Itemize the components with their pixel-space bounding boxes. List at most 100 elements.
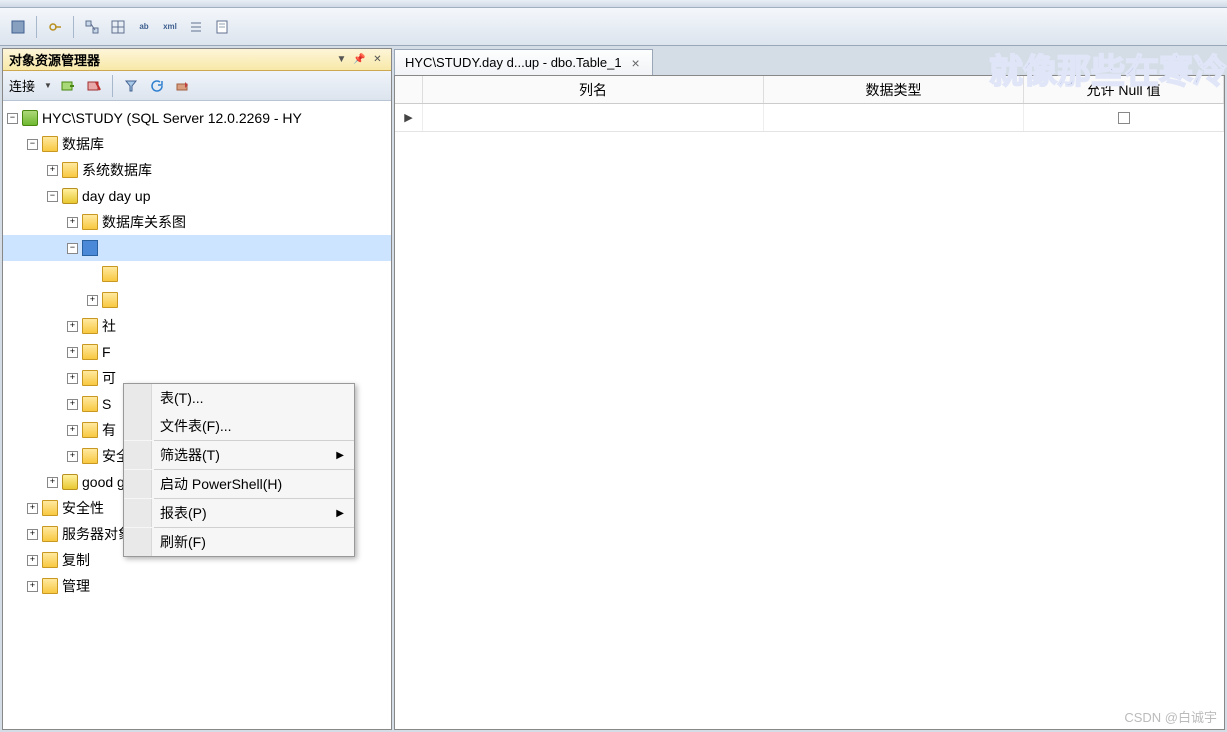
- toggle-collapse[interactable]: −: [47, 191, 58, 202]
- video-subtitle-overlay: 就像那些在寒冷: [989, 44, 1227, 93]
- col-header-name[interactable]: 列名: [423, 76, 764, 103]
- folder-icon: [42, 526, 58, 542]
- tree-label: 有: [102, 420, 116, 440]
- menu-powershell[interactable]: 启动 PowerShell(H): [124, 470, 354, 498]
- context-menu: 表(T)... 文件表(F)... 筛选器(T)▶ 启动 PowerShell(…: [123, 383, 355, 557]
- toggle-collapse[interactable]: −: [27, 139, 38, 150]
- tree-label: S: [102, 396, 111, 412]
- grid-icon[interactable]: [108, 17, 128, 37]
- tree-sysdb[interactable]: + 系统数据库: [3, 157, 391, 183]
- toggle-collapse[interactable]: −: [67, 243, 78, 254]
- filter-icon[interactable]: [121, 76, 141, 96]
- chevron-down-icon[interactable]: ▼: [44, 81, 52, 90]
- menu-refresh[interactable]: 刷新(F): [124, 528, 354, 556]
- cell-allownull[interactable]: [1024, 104, 1224, 131]
- toggle-expand[interactable]: +: [67, 373, 78, 384]
- connect-label[interactable]: 连接: [9, 76, 35, 95]
- pin-icon[interactable]: 📌: [352, 52, 367, 67]
- database-icon: [62, 188, 78, 204]
- folder-icon: [82, 214, 98, 230]
- disconnect-icon[interactable]: [84, 76, 104, 96]
- separator: [36, 16, 37, 38]
- tree-item-hidden[interactable]: +: [3, 287, 391, 313]
- panel-title: 对象资源管理器: [9, 50, 331, 69]
- toggle-expand[interactable]: +: [67, 347, 78, 358]
- action-icon[interactable]: [173, 76, 193, 96]
- script-icon[interactable]: [212, 17, 232, 37]
- connect-icon[interactable]: [58, 76, 78, 96]
- toggle-expand[interactable]: +: [27, 529, 38, 540]
- grid-row-new[interactable]: ▶: [395, 104, 1224, 132]
- toggle-expand[interactable]: +: [27, 503, 38, 514]
- toggle-expand[interactable]: +: [67, 399, 78, 410]
- tab-title: HYC\STUDY.day d...up - dbo.Table_1: [405, 55, 622, 70]
- tree-management[interactable]: + 管理: [3, 573, 391, 599]
- toggle-expand[interactable]: +: [87, 295, 98, 306]
- refresh-icon[interactable]: [147, 76, 167, 96]
- menu-file-table[interactable]: 文件表(F)...: [124, 412, 354, 440]
- document-tab[interactable]: HYC\STUDY.day d...up - dbo.Table_1 ×: [394, 49, 653, 75]
- folder-icon: [82, 422, 98, 438]
- tree-tables-selected[interactable]: −: [3, 235, 391, 261]
- tree-label: 复制: [62, 550, 90, 570]
- tree-folder-partial[interactable]: + 社: [3, 313, 391, 339]
- folder-icon: [42, 500, 58, 516]
- row-header-corner: [395, 76, 423, 103]
- folder-icon: [42, 552, 58, 568]
- tree-label: 服务器对象: [62, 524, 132, 544]
- tree-server-root[interactable]: − HYC\STUDY (SQL Server 12.0.2269 - HY: [3, 105, 391, 131]
- col-header-datatype[interactable]: 数据类型: [764, 76, 1024, 103]
- folder-icon: [82, 448, 98, 464]
- tree-label: 安全性: [62, 498, 104, 518]
- tree-label: 数据库: [62, 134, 104, 154]
- toggle-expand[interactable]: +: [67, 217, 78, 228]
- tree-label: 数据库关系图: [102, 212, 186, 232]
- toggle-expand[interactable]: +: [27, 555, 38, 566]
- tree-folder-partial[interactable]: + F: [3, 339, 391, 365]
- list-icon[interactable]: [186, 17, 206, 37]
- toggle-expand[interactable]: +: [67, 451, 78, 462]
- toggle-expand[interactable]: +: [47, 165, 58, 176]
- folder-icon: [102, 292, 118, 308]
- tree-label: 社: [102, 316, 116, 336]
- main-toolbar: ab xml LIKE memor: [0, 8, 1227, 46]
- submenu-arrow-icon: ▶: [336, 450, 344, 461]
- toggle-expand[interactable]: +: [27, 581, 38, 592]
- tree-userdb1[interactable]: − day day up: [3, 183, 391, 209]
- tree-diagrams[interactable]: + 数据库关系图: [3, 209, 391, 235]
- toggle-expand[interactable]: +: [67, 425, 78, 436]
- tree-label: 可: [102, 368, 116, 388]
- toggle-expand[interactable]: +: [67, 321, 78, 332]
- separator: [73, 16, 74, 38]
- folder-icon: [42, 136, 58, 152]
- menu-new-table[interactable]: 表(T)...: [124, 384, 354, 412]
- table-icon: [82, 240, 98, 256]
- tool-icon-1[interactable]: [8, 17, 28, 37]
- toggle-collapse[interactable]: −: [7, 113, 18, 124]
- tree-databases[interactable]: − 数据库: [3, 131, 391, 157]
- folder-icon: [82, 396, 98, 412]
- folder-icon: [42, 578, 58, 594]
- dropdown-icon[interactable]: ▼: [334, 52, 349, 67]
- separator: [112, 75, 113, 97]
- tree-item-hidden[interactable]: [3, 261, 391, 287]
- menu-filter[interactable]: 筛选器(T)▶: [124, 441, 354, 469]
- tab-close-icon[interactable]: ×: [630, 57, 642, 69]
- cell-name[interactable]: [423, 104, 764, 131]
- tree-label: day day up: [82, 188, 151, 204]
- menu-reports[interactable]: 报表(P)▶: [124, 499, 354, 527]
- xml-icon[interactable]: xml: [160, 17, 180, 37]
- table-design-grid[interactable]: 列名 数据类型 允许 Null 值 ▶: [394, 75, 1225, 730]
- abc-icon[interactable]: ab: [134, 17, 154, 37]
- cell-datatype[interactable]: [764, 104, 1024, 131]
- relation-icon[interactable]: [82, 17, 102, 37]
- checkbox-unchecked[interactable]: [1118, 112, 1130, 124]
- csdn-watermark: CSDN @白诚宇: [1124, 707, 1217, 726]
- object-tree[interactable]: − HYC\STUDY (SQL Server 12.0.2269 - HY −…: [3, 101, 391, 729]
- close-icon[interactable]: ✕: [370, 52, 385, 67]
- toggle-expand[interactable]: +: [47, 477, 58, 488]
- key-icon[interactable]: [45, 17, 65, 37]
- tree-label: F: [102, 344, 111, 360]
- submenu-arrow-icon: ▶: [336, 508, 344, 519]
- panel-titlebar[interactable]: 对象资源管理器 ▼ 📌 ✕: [3, 49, 391, 71]
